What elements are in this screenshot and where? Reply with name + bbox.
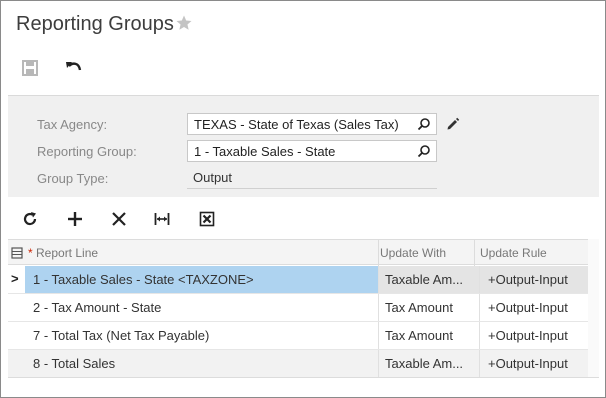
report-line-cell[interactable]: 7 - Total Tax (Net Tax Payable) <box>25 322 378 349</box>
grid-toolbar <box>8 197 599 239</box>
grid-scrollbar[interactable] <box>588 239 599 377</box>
favorite-star-icon[interactable] <box>175 14 193 32</box>
update-rule-cell[interactable]: +Output-Input <box>479 322 595 349</box>
column-update-with[interactable]: Update With <box>380 246 446 260</box>
table-row[interactable]: 8 - Total Sales Taxable Am... +Output-In… <box>8 350 599 378</box>
save-icon[interactable] <box>21 59 39 77</box>
page-title: Reporting Groups <box>16 13 174 35</box>
export-excel-icon[interactable] <box>199 211 215 227</box>
delete-row-icon[interactable] <box>111 211 127 227</box>
report-line-cell[interactable]: 2 - Tax Amount - State <box>25 294 378 321</box>
refresh-icon[interactable] <box>22 211 38 227</box>
tax-agency-label: Tax Agency: <box>37 117 108 132</box>
column-report-line[interactable]: Report Line <box>36 246 98 260</box>
tax-agency-value: TEXAS - State of Texas (Sales Tax) <box>194 117 399 132</box>
reporting-group-label: Reporting Group: <box>37 144 137 159</box>
group-type-label: Group Type: <box>37 171 109 186</box>
update-rule-cell[interactable]: +Output-Input <box>479 350 595 377</box>
report-line-cell[interactable]: 8 - Total Sales <box>25 350 378 377</box>
column-update-rule[interactable]: Update Rule <box>480 246 547 260</box>
tax-agency-field[interactable]: TEXAS - State of Texas (Sales Tax) <box>187 113 437 135</box>
search-icon[interactable] <box>417 144 431 158</box>
update-rule-cell[interactable]: +Output-Input <box>479 294 595 321</box>
report-line-cell[interactable]: 1 - Taxable Sales - State <TAXZONE> <box>25 266 378 293</box>
update-rule-cell[interactable]: +Output-Input <box>479 266 595 293</box>
search-icon[interactable] <box>417 117 431 131</box>
reporting-group-field[interactable]: 1 - Taxable Sales - State <box>187 140 437 162</box>
table-row[interactable]: 7 - Total Tax (Net Tax Payable) Tax Amou… <box>8 322 599 350</box>
edit-pencil-icon[interactable] <box>445 116 460 131</box>
grid-header: * Report Line Update With Update Rule <box>8 239 599 266</box>
group-type-value: Output <box>187 167 437 189</box>
required-marker: * <box>28 246 33 260</box>
update-with-cell[interactable]: Tax Amount <box>378 294 479 321</box>
report-lines-grid: * Report Line Update With Update Rule > … <box>8 239 599 378</box>
table-row[interactable]: 2 - Tax Amount - State Tax Amount +Outpu… <box>8 294 599 322</box>
undo-icon[interactable] <box>64 59 84 77</box>
table-row[interactable]: > 1 - Taxable Sales - State <TAXZONE> Ta… <box>8 266 599 294</box>
add-row-icon[interactable] <box>67 211 83 227</box>
update-with-cell[interactable]: Taxable Am... <box>378 350 479 377</box>
update-with-cell[interactable]: Taxable Am... <box>378 266 479 293</box>
fit-columns-icon[interactable] <box>154 211 170 227</box>
window-frame: Reporting Groups Tax Agency: TEXAS - Sta… <box>0 0 606 398</box>
column-config-icon[interactable] <box>11 247 23 259</box>
reporting-group-value: 1 - Taxable Sales - State <box>194 144 336 159</box>
row-indicator: > <box>11 271 19 286</box>
update-with-cell[interactable]: Tax Amount <box>378 322 479 349</box>
grid-footer <box>8 377 599 379</box>
